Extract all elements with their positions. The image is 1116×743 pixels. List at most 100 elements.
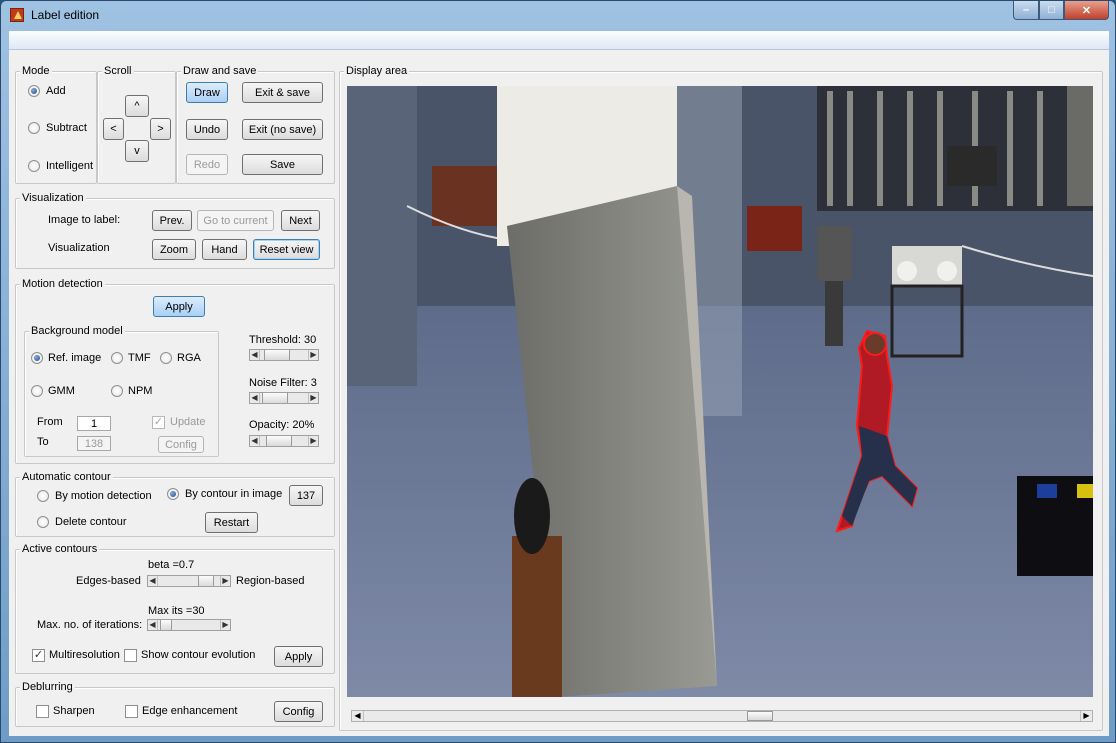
maximize-button[interactable]: □ (1039, 1, 1064, 20)
zoom-button[interactable]: Zoom (152, 239, 196, 260)
radio-gmm[interactable] (31, 385, 43, 397)
noise-filter-slider[interactable]: ◀ ▶ (249, 392, 319, 404)
mode-panel: Mode Add Subtract Intelligent (15, 65, 97, 184)
to-label: To (37, 436, 49, 448)
radio-subtract[interactable] (28, 122, 40, 134)
opacity-label: Opacity: 20% (249, 419, 315, 431)
redo-button[interactable]: Redo (186, 154, 228, 175)
from-label: From (37, 416, 63, 428)
display-area-title: Display area (344, 65, 410, 77)
matlab-icon (10, 8, 24, 22)
multiresolution-label: Multiresolution (49, 649, 120, 661)
update-checkbox[interactable]: ✓ (152, 416, 165, 429)
hand-button[interactable]: Hand (202, 239, 247, 260)
contour-image-input[interactable]: 137 (289, 485, 323, 506)
prev-button[interactable]: Prev. (152, 210, 192, 231)
draw-button[interactable]: Draw (186, 82, 228, 103)
bg-config-button[interactable]: Config (158, 436, 204, 453)
scene-image (347, 86, 1093, 697)
reset-view-button[interactable]: Reset view (253, 239, 320, 260)
radio-ref-image-label: Ref. image (48, 352, 102, 364)
radio-tmf[interactable] (111, 352, 123, 364)
radio-tmf-label: TMF (128, 352, 151, 364)
maximize-icon: □ (1048, 4, 1055, 16)
radio-delete-contour[interactable] (37, 516, 49, 528)
to-input[interactable]: 138 (77, 436, 111, 451)
undo-button[interactable]: Undo (186, 119, 228, 140)
motion-apply-button[interactable]: Apply (153, 296, 205, 317)
beta-slider[interactable]: ◀ ▶ (147, 575, 231, 587)
radio-add[interactable] (28, 85, 40, 97)
close-icon: ✕ (1081, 4, 1092, 17)
deblurring-title: Deblurring (20, 681, 75, 693)
draw-save-title: Draw and save (181, 65, 259, 77)
go-current-button[interactable]: Go to current (197, 210, 274, 231)
beta-label: beta =0.7 (148, 559, 195, 571)
active-contours-panel: Active contours beta =0.7 Edges-based ◀ ▶… (15, 543, 335, 674)
noise-filter-label: Noise Filter: 3 (249, 377, 317, 389)
background-model-panel: Background model Ref. image TMF RGA GMM … (24, 325, 219, 457)
from-input[interactable]: 1 (77, 416, 111, 431)
show-evolution-label: Show contour evolution (141, 649, 256, 661)
scroll-down-button[interactable]: v (125, 140, 149, 162)
edge-enhancement-checkbox[interactable] (125, 705, 138, 718)
update-label: Update (170, 416, 206, 428)
scroll-right-button[interactable]: > (150, 118, 171, 140)
contours-apply-button[interactable]: Apply (274, 646, 323, 667)
mode-title: Mode (20, 65, 52, 77)
display-hscrollbar[interactable]: ◀ ▶ (351, 710, 1093, 722)
edge-enhancement-label: Edge enhancement (142, 705, 238, 717)
app-window: Label edition – □ ✕ Mode Add Subtract In… (0, 0, 1116, 743)
radio-rga-label: RGA (177, 352, 201, 364)
radio-subtract-label: Subtract (46, 122, 87, 134)
max-its-label: Max its =30 (148, 605, 205, 617)
exit-nosave-button[interactable]: Exit (no save) (242, 119, 323, 140)
radio-by-motion[interactable] (37, 490, 49, 502)
radio-intelligent-label: Intelligent (46, 160, 94, 172)
minimize-button[interactable]: – (1013, 1, 1039, 20)
deblurring-panel: Deblurring Sharpen Edge enhancement Conf… (15, 681, 335, 727)
iterations-slider[interactable]: ◀ ▶ (147, 619, 231, 631)
radio-npm-label: NPM (128, 385, 153, 397)
sharpen-label: Sharpen (53, 705, 95, 717)
visualization-label: Visualization (48, 242, 110, 254)
iterations-label: Max. no. of iterations: (37, 619, 143, 631)
edges-based-label: Edges-based (76, 575, 141, 587)
motion-title: Motion detection (20, 278, 105, 290)
threshold-label: Threshold: 30 (249, 334, 317, 346)
scroll-left-arrow-icon[interactable]: ◀ (352, 711, 364, 721)
next-button[interactable]: Next (281, 210, 320, 231)
hscroll-thumb[interactable] (747, 711, 773, 721)
sharpen-checkbox[interactable] (36, 705, 49, 718)
radio-by-contour-label: By contour in image (185, 488, 283, 500)
visualization-panel: Visualization Image to label: Prev. Go t… (15, 192, 335, 269)
radio-npm[interactable] (111, 385, 123, 397)
restart-button[interactable]: Restart (205, 512, 258, 533)
auto-contour-title: Automatic contour (20, 471, 113, 483)
deblur-config-button[interactable]: Config (274, 701, 323, 722)
motion-detection-panel: Motion detection Apply Background model … (15, 278, 335, 464)
radio-ref-image[interactable] (31, 352, 43, 364)
show-evolution-checkbox[interactable] (124, 649, 137, 662)
client-area: Mode Add Subtract Intelligent Scroll ^ <… (9, 50, 1109, 736)
scroll-right-arrow-icon[interactable]: ▶ (1080, 711, 1092, 721)
exit-save-button[interactable]: Exit & save (242, 82, 323, 103)
radio-intelligent[interactable] (28, 160, 40, 172)
multiresolution-checkbox[interactable]: ✓ (32, 649, 45, 662)
save-button[interactable]: Save (242, 154, 323, 175)
menu-bar (9, 31, 1109, 50)
window-title: Label edition (31, 8, 100, 22)
opacity-slider[interactable]: ◀ ▶ (249, 435, 319, 447)
radio-by-motion-label: By motion detection (55, 490, 152, 502)
close-button[interactable]: ✕ (1064, 1, 1109, 20)
scroll-left-button[interactable]: < (103, 118, 124, 140)
scroll-panel: Scroll ^ < > v (97, 65, 176, 184)
display-image[interactable] (347, 86, 1093, 697)
threshold-slider[interactable]: ◀ ▶ (249, 349, 319, 361)
radio-rga[interactable] (160, 352, 172, 364)
radio-by-contour[interactable] (167, 488, 179, 500)
auto-contour-panel: Automatic contour By motion detection By… (15, 471, 335, 537)
title-bar[interactable]: Label edition – □ ✕ (1, 1, 1115, 31)
visualization-title: Visualization (20, 192, 86, 204)
scroll-up-button[interactable]: ^ (125, 95, 149, 117)
